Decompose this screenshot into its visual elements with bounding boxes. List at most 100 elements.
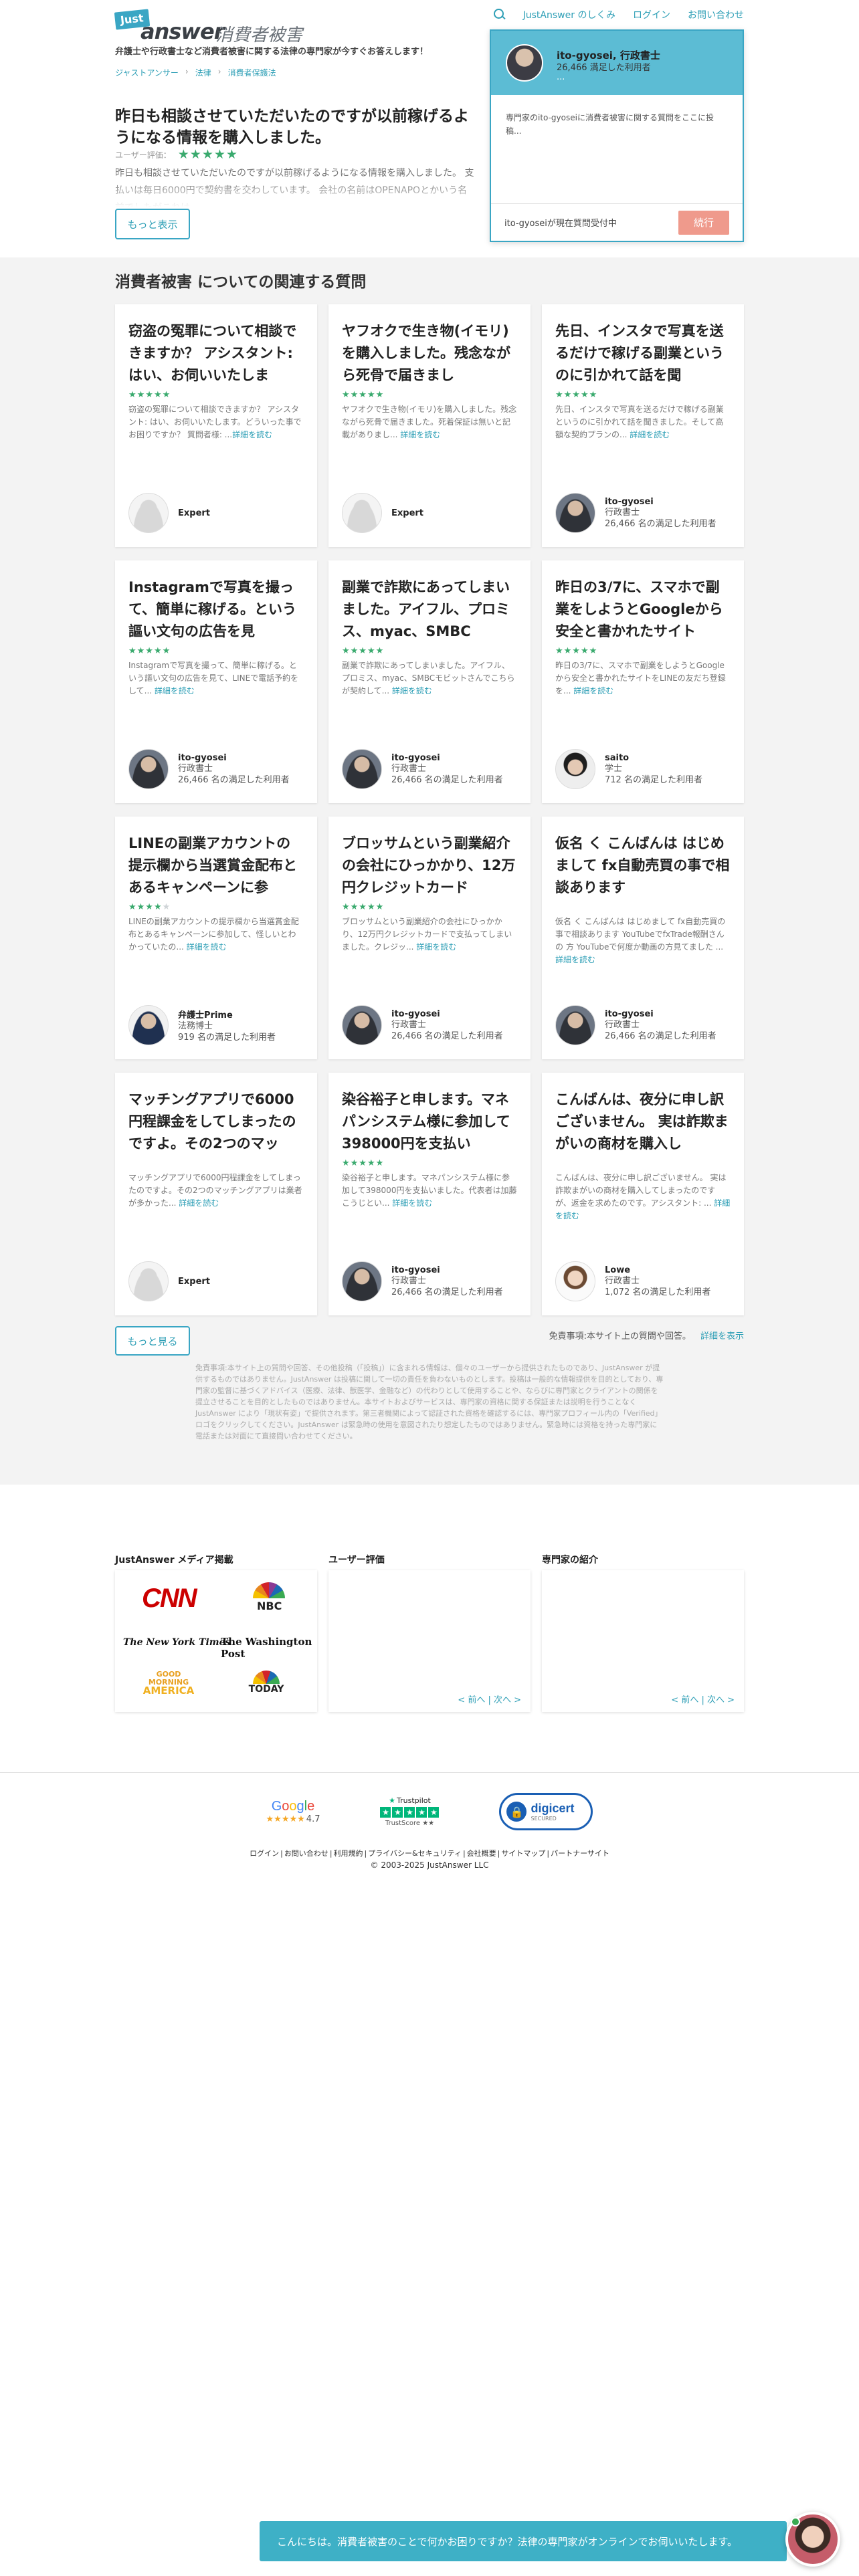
expert-avatar [128,1005,169,1045]
see-more-button[interactable]: もっと見る [115,1326,190,1356]
card-title[interactable]: ヤフオクで生き物(イモリ)を購入しました。残念ながら死骨で届きまし [342,320,517,387]
media-title: JustAnswer メディア掲載 [115,1555,233,1566]
disclaimer-header: 免責事項:本サイト上の質問や回答。 詳細を表示 [549,1329,744,1341]
continue-button[interactable]: 続行 [678,210,729,235]
author-title: 法務博士 [178,1021,213,1031]
expert-avatar [342,749,382,789]
footer-link[interactable]: プライバシー&セキュリティ [368,1849,462,1858]
expert-avatar [128,493,169,533]
expert-avatar [555,493,595,533]
stars-on: ★★★★★ [342,1158,385,1168]
question-card[interactable]: 窃盗の冤罪について相談できますか？ アシスタント: はい、お伺いいたしま ★★★… [115,304,317,547]
question-card[interactable]: 副業で詐欺にあってしまいました。アイフル、プロミス、myac、SMBC ★★★★… [328,560,531,803]
card-title[interactable]: 副業で詐欺にあってしまいました。アイフル、プロミス、myac、SMBC [342,576,517,643]
question-card[interactable]: マッチングアプリで6000円程課金をしてしまったのですよ。その2つのマッ マッチ… [115,1073,317,1315]
reviews-pager[interactable]: < 前へ | 次へ > [458,1693,521,1705]
digicert-badge[interactable]: 🔒 digicert SECURED [499,1793,593,1830]
question-card[interactable]: 染谷裕子と申します。マネパンシステム様に参加して398000円を支払い ★★★★… [328,1073,531,1315]
question-card[interactable]: 仮名 く こんばんは はじめまして fx自動売買の事で相談あります 仮名 く こ… [542,817,744,1059]
card-title[interactable]: マッチングアプリで6000円程課金をしてしまったのですよ。その2つのマッ [128,1089,304,1155]
footer-link[interactable]: 利用規約 [334,1849,363,1858]
google-letter: o [282,1799,290,1814]
experts-title: 専門家の紹介 [542,1555,598,1566]
link-separator: | [364,1849,367,1858]
read-more-link[interactable]: 詳細を読む [416,942,456,952]
footer-link[interactable]: サイトマップ [501,1849,545,1858]
contact-link[interactable]: お問い合わせ [688,8,744,21]
stars-on: ★★★★★ [128,390,171,400]
card-rating-stars-icon: ★★★★★ [342,1158,384,1168]
card-title[interactable]: 昨日の3/7に、スマホで副業をしようとGoogleから安全と書かれたサイト [555,576,731,643]
gma-logo: GOOD MORNING AMERICA [142,1671,195,1697]
question-card[interactable]: 先日、インスタで写真を送るだけで稼げる副業というのに引かれて話を聞 ★★★★★ … [542,304,744,547]
read-more-link[interactable]: 詳細を読む [155,686,195,695]
page-header: Just answer 消費者被害 弁護士や行政書士など消費者被害に関する法律の… [0,0,859,257]
show-more-button[interactable]: もっと表示 [115,209,190,239]
google-rating-badge[interactable]: Google ★★★★★ 4.7 [266,1799,320,1824]
today-text: TODAY [248,1684,284,1695]
author-name: Expert [178,508,211,518]
card-title[interactable]: こんばんは、夜分に申し訳ございません。 実は詐欺まがいの商材を購入し [555,1089,731,1155]
login-link[interactable]: ログイン [633,8,670,21]
card-title[interactable]: 先日、インスタで写真を送るだけで稼げる副業というのに引かれて話を聞 [555,320,731,387]
author-count: 26,466 名の満足した利用者 [391,1031,503,1041]
rating-stars-icon: ★★★★★ [177,147,238,162]
author-name: Expert [391,508,424,518]
read-more-link[interactable]: 詳細を読む [555,955,595,964]
read-more-link[interactable]: 詳細を読む [187,942,227,952]
link-separator: | [329,1849,332,1858]
experts-box: < 前へ | 次へ > [542,1570,744,1712]
related-title: 消費者被害 についての関連する質問 [115,274,367,291]
card-title[interactable]: LINEの副業アカウントの提示欄から当選賞金配布とあるキャンペーンに参 [128,833,304,899]
how-it-works-link[interactable]: JustAnswer のしくみ [523,8,615,21]
question-card[interactable]: ヤフオクで生き物(イモリ)を購入しました。残念ながら死骨で届きまし ★★★★★ … [328,304,531,547]
stars-on: ★★★★★ [555,646,598,656]
search-icon[interactable] [493,9,506,21]
question-card[interactable]: Instagramで写真を撮って、簡単に稼げる。という謳い文句の広告を見 ★★★… [115,560,317,803]
breadcrumb-law[interactable]: 法律 [195,67,211,78]
card-title[interactable]: 窃盗の冤罪について相談できますか？ アシスタント: はい、お伺いいたしま [128,320,304,387]
footer-link[interactable]: パートナーサイト [551,1849,609,1858]
trustpilot-badge[interactable]: Trustpilot ★★★★★ TrustScore ★★ [380,1796,440,1827]
card-rating-stars-icon: ★★★★★ [342,902,384,912]
author-name: Lowe [605,1265,631,1275]
card-title[interactable]: ブロッサムという副業紹介の会社にひっかかり、12万円クレジットカード [342,833,517,899]
stars-on: ★★★★★ [342,646,385,656]
link-separator: | [462,1849,466,1858]
experts-pager[interactable]: < 前へ | 次へ > [671,1693,735,1705]
read-more-link[interactable]: 詳細を読む [392,686,432,695]
footer-link[interactable]: お問い合わせ [284,1849,328,1858]
card-excerpt: 副業で詐欺にあってしまいました。アイフル、プロミス、myac、SMBCモビットさ… [342,659,517,697]
copyright: © 2003-2025 JustAnswer LLC [370,1860,489,1870]
read-more-link[interactable]: 詳細を読む [179,1198,219,1208]
card-title[interactable]: 染谷裕子と申します。マネパンシステム様に参加して398000円を支払い [342,1089,517,1155]
chat-message-input[interactable]: 専門家のito-gyoseiに消費者被害に関する質問をここに投稿... [491,95,743,205]
expert-avatar [128,749,169,789]
justanswer-logo[interactable]: Just answer 消費者被害 [114,9,396,45]
question-card[interactable]: 昨日の3/7に、スマホで副業をしようとGoogleから安全と書かれたサイト ★★… [542,560,744,803]
read-more-link[interactable]: 詳細を読む [392,1198,432,1208]
read-more-link[interactable]: 詳細を読む [573,686,613,695]
question-card[interactable]: LINEの副業アカウントの提示欄から当選賞金配布とあるキャンペーンに参 ★★★★… [115,817,317,1059]
footer-link[interactable]: 会社概要 [467,1849,496,1858]
gma-big: AMERICA [142,1685,195,1697]
author-title: 行政書士 [391,763,427,774]
trust-badges: Google ★★★★★4.7 Trustpilot ★★★★★ TrustSc… [0,1793,859,1830]
card-title[interactable]: Instagramで写真を撮って、簡単に稼げる。という謳い文句の広告を見 [128,576,304,643]
question-card[interactable]: ブロッサムという副業紹介の会社にひっかかり、12万円クレジットカード ★★★★★… [328,817,531,1059]
author-count: 919 名の満足した利用者 [178,1032,276,1043]
card-title[interactable]: 仮名 く こんばんは はじめまして fx自動売買の事で相談あります [555,833,731,899]
breadcrumb-consumer[interactable]: 消費者保護法 [228,67,276,78]
card-excerpt: ヤフオクで生き物(イモリ)を購入しました。残念ながら死骨で届きました。死着保証は… [342,403,517,441]
chat-prompt-bubble[interactable]: こんにちは。消費者被害のことで何かお困りですか？法律の専門家がオンラインでお伺い… [260,2521,787,2561]
breadcrumb-home[interactable]: ジャストアンサー [115,67,179,78]
reviews-box: < 前へ | 次へ > [328,1570,531,1712]
card-rating-stars-icon: ★★★★★ [555,390,597,400]
read-more-link[interactable]: 詳細を読む [630,430,670,439]
read-more-link[interactable]: 詳細を読む [232,430,272,439]
disclaimer-detail-link[interactable]: 詳細を表示 [700,1331,744,1341]
footer-link[interactable]: ログイン [250,1849,279,1858]
nbc-logo: NBC [249,1581,289,1614]
read-more-link[interactable]: 詳細を読む [400,430,440,439]
question-card[interactable]: こんばんは、夜分に申し訳ございません。 実は詐欺まがいの商材を購入し こんばんは… [542,1073,744,1315]
